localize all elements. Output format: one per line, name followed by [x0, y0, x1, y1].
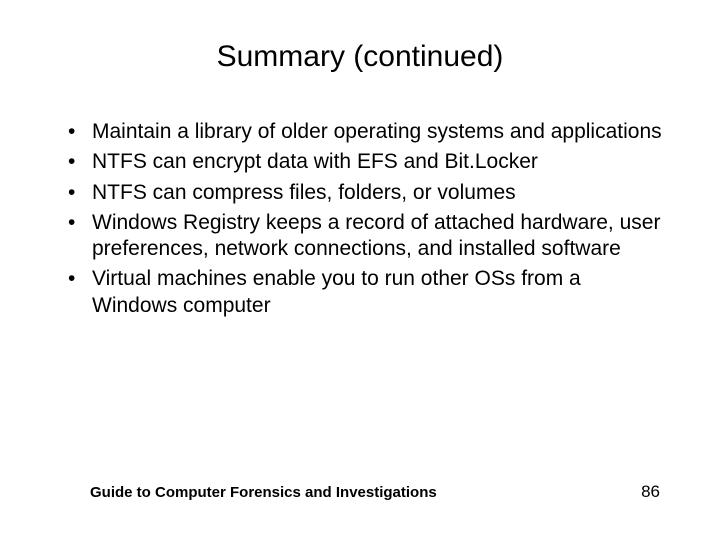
bullet-list: Maintain a library of older operating sy… — [50, 119, 670, 319]
bullet-item: NTFS can compress files, folders, or vol… — [60, 180, 670, 206]
footer-text: Guide to Computer Forensics and Investig… — [90, 484, 437, 501]
bullet-item: Virtual machines enable you to run other… — [60, 266, 670, 319]
bullet-item: Windows Registry keeps a record of attac… — [60, 210, 670, 263]
slide-footer: Guide to Computer Forensics and Investig… — [0, 482, 720, 502]
slide-title: Summary (continued) — [50, 40, 670, 74]
slide: Summary (continued) Maintain a library o… — [0, 0, 720, 540]
bullet-item: NTFS can encrypt data with EFS and Bit.L… — [60, 149, 670, 175]
page-number: 86 — [641, 482, 660, 502]
bullet-item: Maintain a library of older operating sy… — [60, 119, 670, 145]
